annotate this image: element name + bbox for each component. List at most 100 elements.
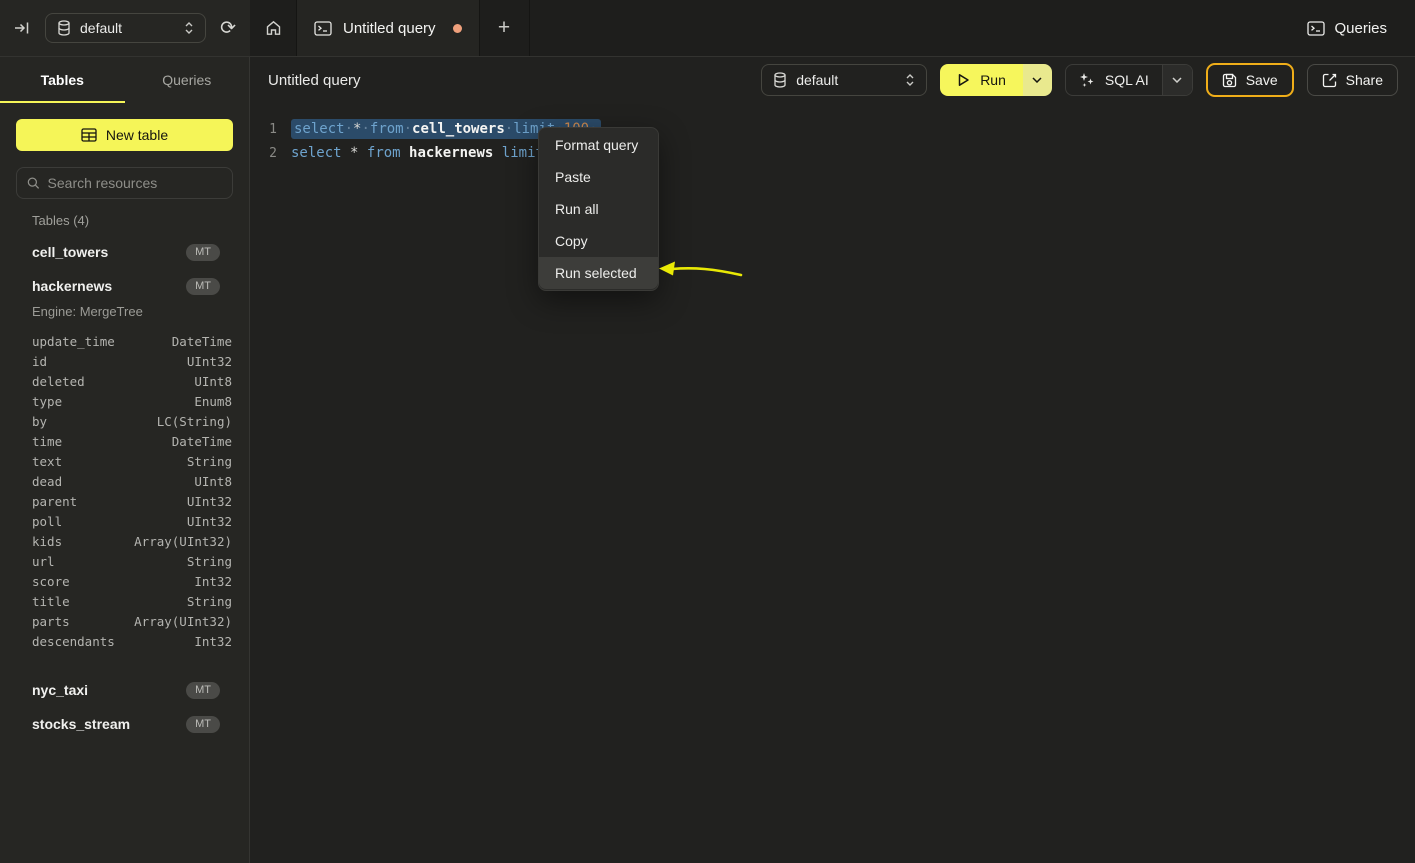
editor-database-value: default (796, 72, 838, 88)
sql-ai-button[interactable]: SQL AI (1065, 64, 1193, 96)
collapse-sidebar-button[interactable] (14, 20, 31, 36)
save-icon (1222, 73, 1237, 88)
updown-chevron-icon (905, 73, 915, 87)
queries-icon (1307, 21, 1325, 36)
column-name: url (32, 554, 55, 569)
column-name: by (32, 414, 47, 429)
column-type: Int32 (194, 634, 232, 649)
column-type: UInt8 (194, 374, 232, 389)
column-type: Int32 (194, 574, 232, 589)
column-name: id (32, 354, 47, 369)
table-item-nyc_taxi[interactable]: nyc_taxiMT (0, 673, 249, 707)
engine-badge: MT (186, 278, 220, 295)
column-type: Array(UInt32) (134, 534, 232, 549)
column-name: poll (32, 514, 62, 529)
sidebar-tab-queries[interactable]: Queries (125, 57, 250, 103)
engine-badge: MT (186, 716, 220, 733)
tab-strip: Untitled query + Queries (250, 0, 1415, 56)
tab-label: Untitled query (343, 20, 436, 37)
database-selector[interactable]: default (45, 13, 206, 43)
home-button[interactable] (250, 0, 297, 56)
editor-header: Untitled query default (251, 57, 1415, 103)
menu-item-run-selected[interactable]: Run selected (539, 257, 658, 289)
run-options-caret[interactable] (1023, 64, 1052, 96)
add-tab-button[interactable]: + (480, 0, 530, 56)
column-row: deleted UInt8 (32, 371, 232, 391)
editor-database-selector[interactable]: default (761, 64, 927, 96)
sql-ai-caret[interactable] (1162, 65, 1192, 95)
code-text[interactable]: select * from hackernews limit (291, 145, 544, 161)
refresh-button[interactable]: ⟳ (220, 19, 236, 38)
queries-button[interactable]: Queries (1307, 20, 1387, 37)
chevron-down-icon (1172, 77, 1182, 83)
column-name: type (32, 394, 62, 409)
column-type: String (187, 554, 232, 569)
query-title: Untitled query (268, 72, 361, 89)
sidebar-tabs: Tables Queries (0, 57, 249, 103)
menu-item-copy[interactable]: Copy (539, 225, 658, 257)
column-type: UInt32 (187, 494, 232, 509)
app: default ⟳ Untitled query (0, 0, 1415, 863)
column-name: title (32, 594, 70, 609)
refresh-icon: ⟳ (220, 19, 236, 38)
editor-controls: default Run (761, 63, 1398, 97)
menu-item-paste[interactable]: Paste (539, 161, 658, 193)
topbar-left: default ⟳ (0, 0, 250, 56)
column-row: timeDateTime (32, 431, 232, 451)
run-button[interactable]: Run (940, 64, 1052, 96)
table-item-stocks_stream[interactable]: stocks_stream MT (0, 707, 249, 741)
column-row: parentUInt32 (32, 491, 232, 511)
tab-untitled-query[interactable]: Untitled query (297, 0, 480, 56)
home-icon (265, 20, 282, 36)
table-name: hackernews (32, 278, 112, 294)
table-item-hackernews[interactable]: hackernews MT (0, 269, 249, 303)
sql-ai-label: SQL AI (1105, 72, 1149, 88)
column-list: update_time DateTime id UInt32 deleted UInt8 t… (0, 325, 249, 661)
column-type: Array(UInt32) (134, 614, 232, 629)
plus-icon: + (498, 16, 510, 40)
column-row: title String (32, 591, 232, 611)
share-button[interactable]: Share (1307, 64, 1398, 96)
tables-section-label: Tables (4) (32, 213, 233, 233)
sidebar-tab-tables[interactable]: Tables (0, 57, 125, 103)
engine-detail: Engine: MergeTree (0, 303, 249, 325)
column-row: url String (32, 551, 232, 571)
column-row: byLC(String) (32, 411, 232, 431)
run-button-main[interactable]: Run (940, 64, 1023, 96)
engine-badge: MT (186, 682, 220, 699)
code-line[interactable]: 1select·*·from·cell_towers·limit·100· (267, 117, 1415, 141)
column-row: update_time DateTime (32, 331, 232, 351)
collapse-sidebar-icon (14, 20, 31, 36)
table-name: cell_towers (32, 244, 108, 260)
column-row: dead UInt8 (32, 471, 232, 491)
sparkles-icon (1079, 72, 1095, 88)
column-type: UInt8 (194, 474, 232, 489)
sql-ai-main[interactable]: SQL AI (1066, 65, 1162, 95)
topbar: default ⟳ Untitled query (0, 0, 1415, 57)
database-selector-value: default (80, 20, 122, 36)
sidebar: Tables Queries New table Tables (4) cell… (0, 57, 250, 863)
unsaved-indicator-dot (453, 24, 462, 33)
table-item-cell_towers[interactable]: cell_towersMT (0, 235, 249, 269)
sql-editor[interactable]: 1select·*·from·cell_towers·limit·100·2se… (251, 103, 1415, 165)
column-name: time (32, 434, 62, 449)
chevron-down-icon (1032, 77, 1042, 83)
save-button[interactable]: Save (1206, 63, 1294, 97)
code-line[interactable]: 2select * from hackernews limit (267, 141, 1415, 165)
column-type: Enum8 (194, 394, 232, 409)
column-name: dead (32, 474, 62, 489)
column-name: deleted (32, 374, 85, 389)
table-name: stocks_stream (32, 716, 130, 732)
share-button-label: Share (1346, 72, 1383, 88)
column-type: String (187, 594, 232, 609)
column-type: UInt32 (187, 354, 232, 369)
menu-item-format-query[interactable]: Format query (539, 129, 658, 161)
search-input[interactable] (48, 175, 222, 191)
run-button-label: Run (980, 72, 1006, 88)
column-row: kidsArray(UInt32) (32, 531, 232, 551)
column-name: update_time (32, 334, 115, 349)
editor: Untitled query default (251, 57, 1415, 863)
menu-item-run-all[interactable]: Run all (539, 193, 658, 225)
column-type: DateTime (172, 334, 232, 349)
new-table-button[interactable]: New table (16, 119, 233, 151)
